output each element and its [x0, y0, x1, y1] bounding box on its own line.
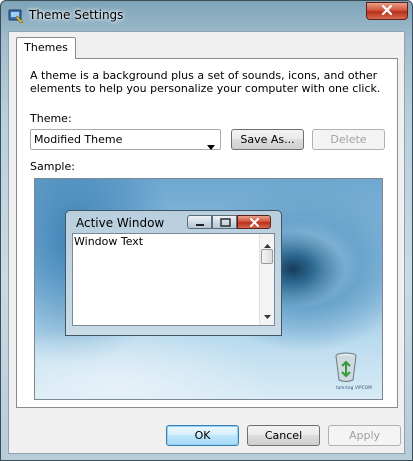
delete-button[interactable]: Delete: [312, 129, 385, 150]
close-icon: [381, 4, 393, 18]
sample-window-body: Window Text: [72, 233, 275, 326]
recycle-bin-icon: [334, 352, 358, 382]
minimize-icon: [187, 215, 212, 229]
sample-window-text: Window Text: [74, 235, 144, 248]
theme-description: A theme is a background plus a set of so…: [30, 69, 381, 95]
title-bar[interactable]: Theme Settings: [1, 1, 412, 31]
scrollbar-thumb: [261, 249, 273, 264]
theme-sample-preview: Active Window Window Text tamrtag VIPCOM: [34, 178, 383, 400]
chevron-down-icon: [207, 137, 215, 156]
tab-themes[interactable]: Themes: [16, 37, 76, 59]
sample-active-window: Active Window Window Text: [65, 210, 282, 336]
sample-label: Sample:: [30, 160, 75, 173]
maximize-icon: [212, 215, 237, 229]
chevron-down-icon: [264, 309, 271, 322]
ok-button[interactable]: OK: [166, 425, 239, 446]
theme-select[interactable]: Modified Theme: [30, 129, 221, 150]
dialog-client-area: Themes A theme is a background plus a se…: [8, 31, 405, 454]
theme-select-value: Modified Theme: [34, 133, 123, 146]
close-icon: [237, 215, 271, 229]
close-button[interactable]: [366, 2, 408, 20]
wallpaper-watermark: tamrtag VIPCOM: [336, 385, 372, 390]
cancel-button[interactable]: Cancel: [247, 425, 320, 446]
theme-settings-icon: [8, 8, 24, 24]
window-title: Theme Settings: [29, 8, 124, 22]
apply-button[interactable]: Apply: [328, 425, 401, 446]
theme-settings-window: Theme Settings Themes A theme is a backg…: [0, 0, 413, 461]
sample-scrollbar: [259, 234, 274, 325]
save-as-button[interactable]: Save As...: [231, 129, 304, 150]
sample-window-title: Active Window: [76, 216, 165, 230]
theme-label: Theme:: [30, 112, 72, 125]
themes-tab-panel: A theme is a background plus a set of so…: [16, 58, 398, 408]
